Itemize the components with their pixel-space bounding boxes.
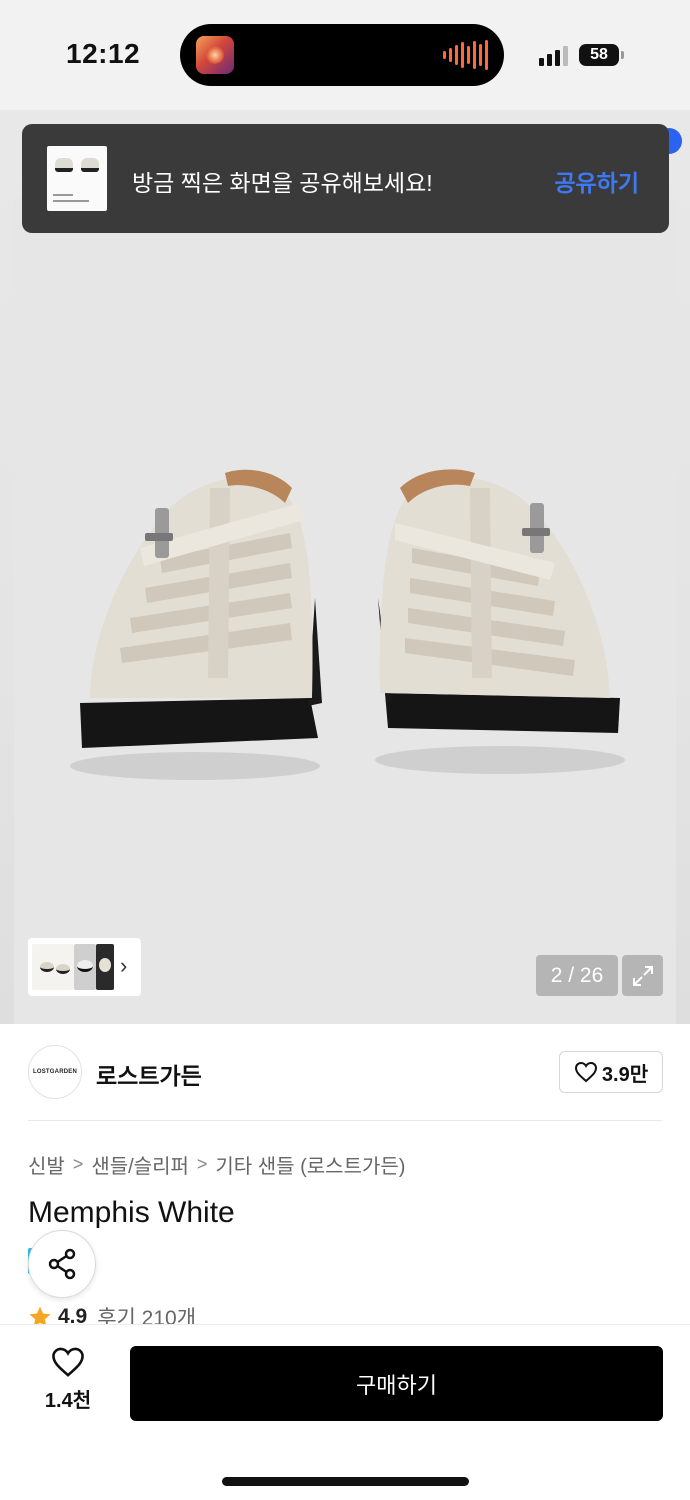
brand-name[interactable]: 로스트가든 xyxy=(96,1057,202,1091)
screenshot-thumbnail[interactable] xyxy=(47,146,107,211)
cellular-signal-icon xyxy=(539,44,568,66)
share-button[interactable] xyxy=(28,1230,96,1298)
breadcrumb-item[interactable]: 샌들/슬리퍼 xyxy=(91,1150,189,1179)
product-title: Memphis White xyxy=(28,1196,235,1229)
wishlist-count: 1.4천 xyxy=(44,1390,92,1412)
battery-level: 58 xyxy=(590,46,608,63)
product-image[interactable] xyxy=(60,448,640,798)
toast-message: 방금 찍은 화면을 공유해보세요! xyxy=(132,170,433,196)
audio-waveform-icon xyxy=(443,40,488,70)
share-toast[interactable]: 방금 찍은 화면을 공유해보세요! 공유하기 xyxy=(22,124,669,233)
thumbnail-image[interactable] xyxy=(96,944,114,990)
thumbnail-shoe xyxy=(77,960,93,972)
thumbnail-image[interactable] xyxy=(32,944,74,990)
status-bar: 12:12 58 xyxy=(0,0,690,110)
battery-indicator: 58 xyxy=(579,44,619,66)
battery-tip xyxy=(621,51,624,59)
dynamic-island[interactable] xyxy=(180,24,504,86)
brand-like-count: 3.9만 xyxy=(601,1063,649,1086)
breadcrumb-item[interactable]: 신발 xyxy=(28,1150,65,1179)
image-thumbnail-strip[interactable]: › xyxy=(28,938,141,996)
thumbnail-shoe xyxy=(99,958,111,972)
brand-like-button[interactable]: 3.9만 xyxy=(559,1051,663,1093)
thumbnail-shoe xyxy=(56,964,70,974)
thumbnail-shoe-right xyxy=(81,158,99,172)
thumbnail-shoe xyxy=(40,962,54,972)
thumbnail-line xyxy=(53,194,73,196)
wishlist-button[interactable]: 1.4천 xyxy=(28,1346,108,1420)
expand-icon[interactable] xyxy=(622,955,663,996)
breadcrumb-item[interactable]: 기타 샌들 (로스트가든) xyxy=(215,1150,405,1179)
thumbnail-shoe-left xyxy=(55,158,73,172)
thumbnail-image[interactable] xyxy=(74,944,96,990)
heart-icon xyxy=(52,1347,84,1377)
buy-button[interactable]: 구매하기 xyxy=(130,1346,663,1421)
now-playing-album-art[interactable] xyxy=(196,36,234,74)
chevron-right-icon: > xyxy=(196,1154,208,1174)
brand-logo-text: LOSTGARDEN xyxy=(33,1069,77,1075)
heart-icon xyxy=(574,1061,597,1083)
chevron-right-icon: > xyxy=(72,1154,84,1174)
toast-share-button[interactable]: 공유하기 xyxy=(554,164,639,198)
divider xyxy=(28,1120,662,1121)
breadcrumb: 신발 > 샌들/슬리퍼 > 기타 샌들 (로스트가든) xyxy=(28,1150,405,1179)
share-icon xyxy=(48,1248,76,1280)
chevron-right-icon[interactable]: › xyxy=(120,953,127,979)
image-counter: 2 / 26 xyxy=(536,955,618,996)
home-indicator[interactable] xyxy=(222,1477,469,1486)
brand-logo[interactable]: LOSTGARDEN xyxy=(28,1045,82,1099)
thumbnail-line xyxy=(53,200,89,202)
status-time: 12:12 xyxy=(66,38,141,69)
